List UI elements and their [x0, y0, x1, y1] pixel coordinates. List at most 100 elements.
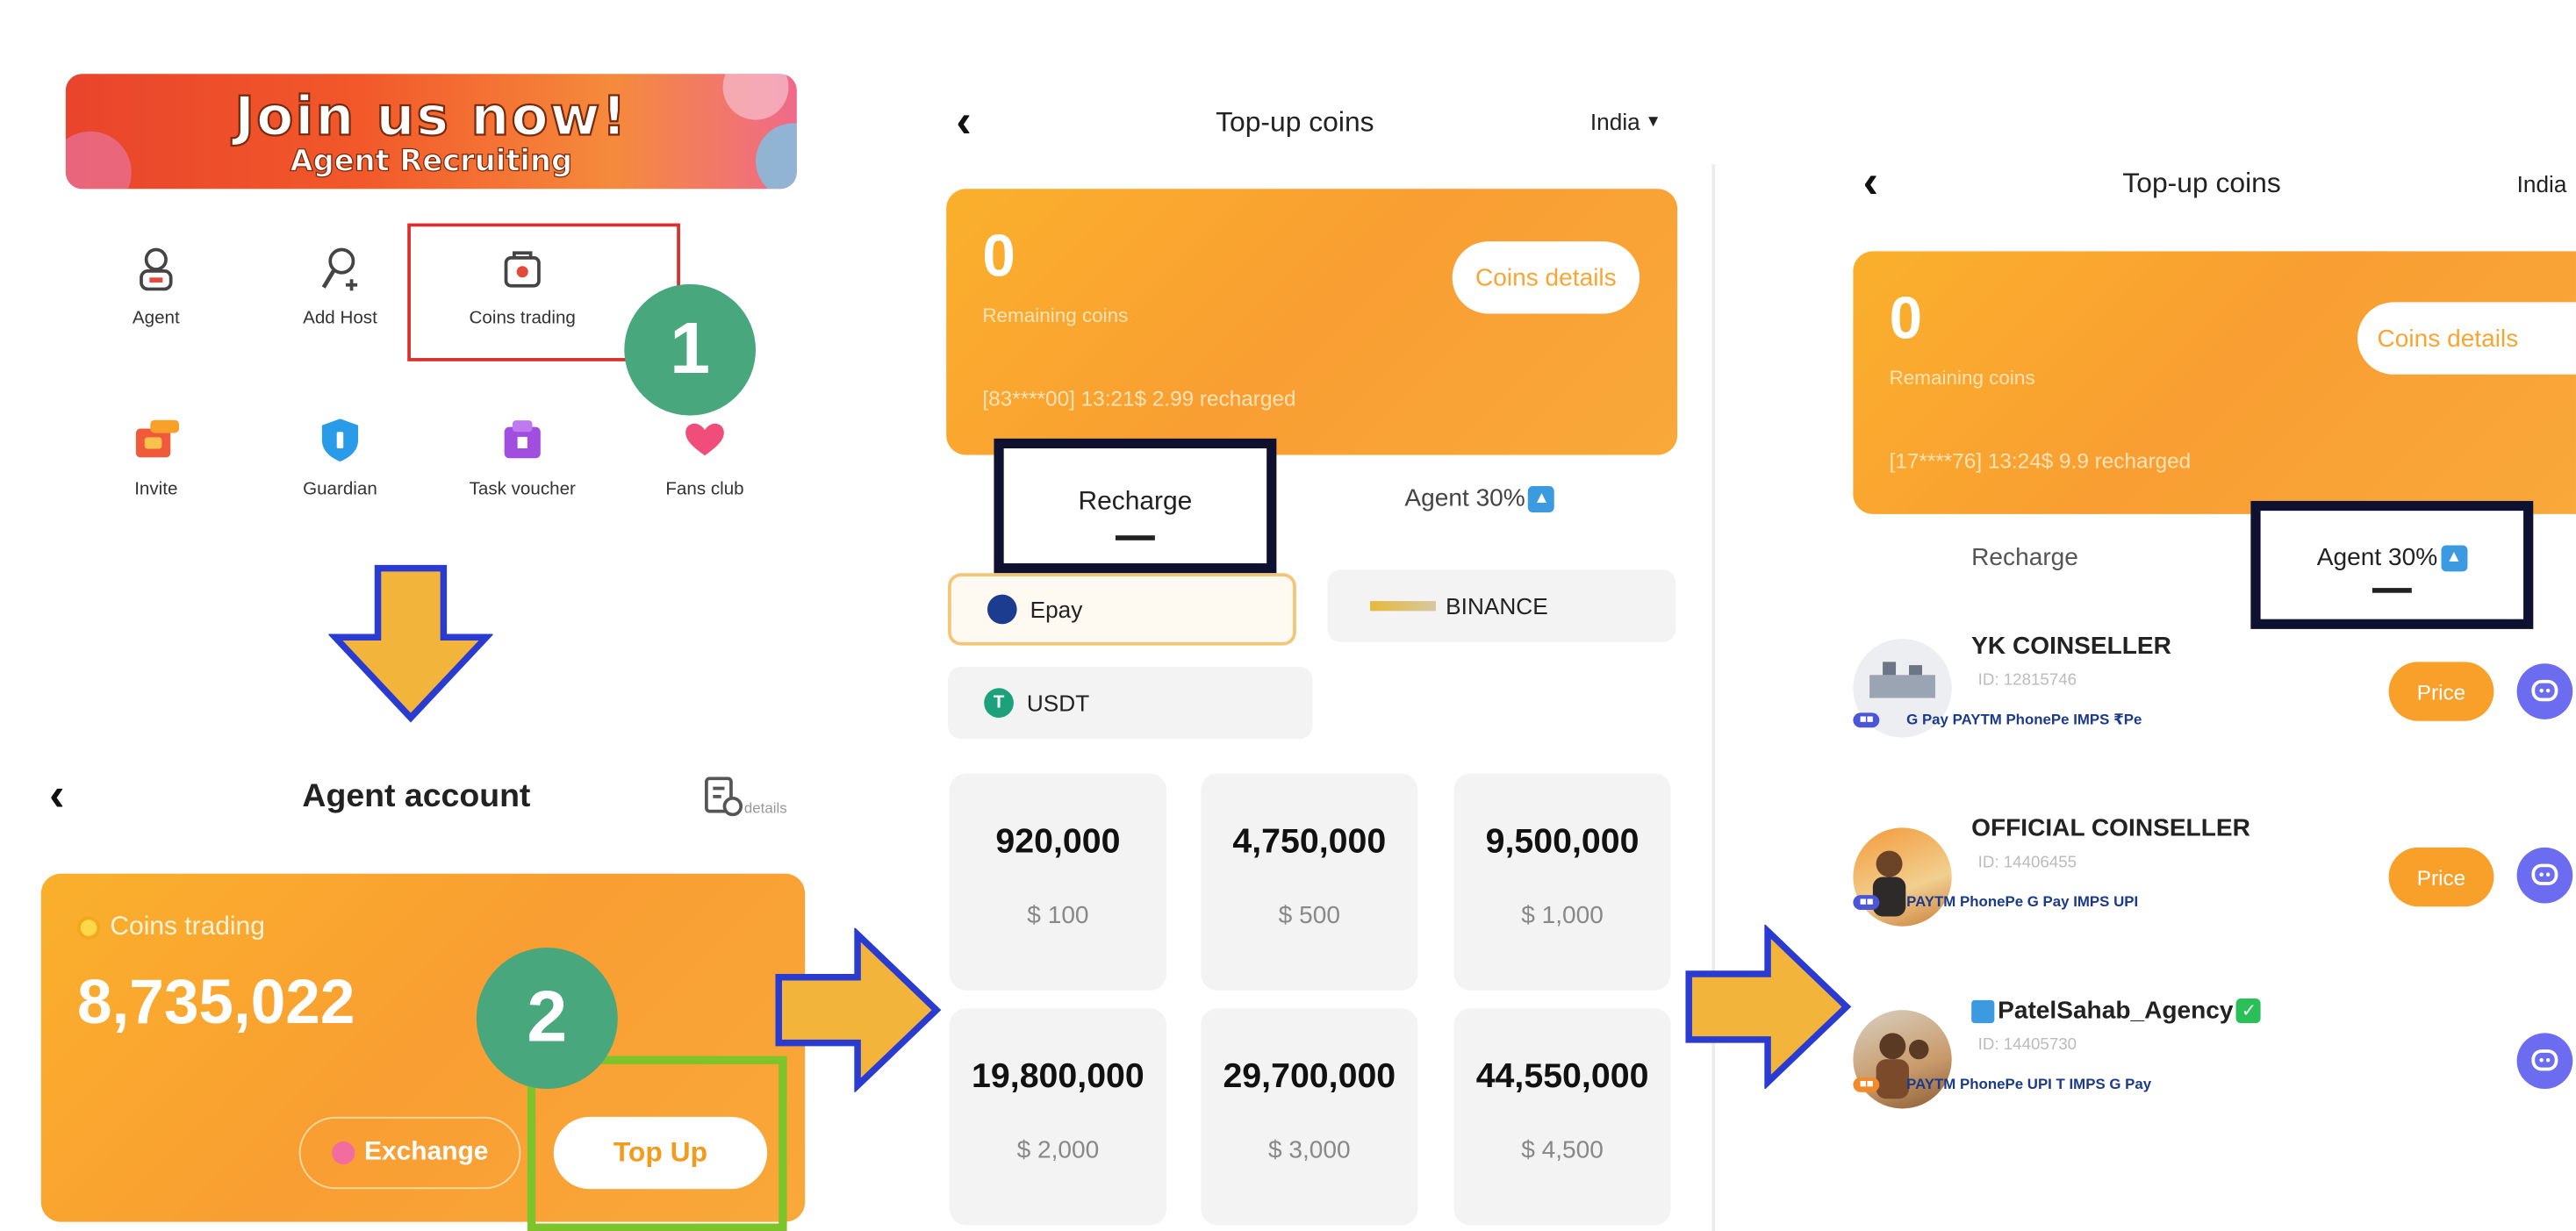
- grid-label: Fans club: [665, 479, 744, 500]
- back-icon[interactable]: ‹: [49, 771, 64, 818]
- tab-underline: [2371, 588, 2412, 593]
- grid-label: Invite: [134, 479, 178, 500]
- tab-agent[interactable]: Agent 30% ▲: [2250, 500, 2534, 629]
- coins-trading-label: Coins trading: [110, 913, 265, 941]
- grid-label: Guardian: [303, 479, 377, 500]
- guardian-icon: [317, 417, 362, 462]
- package-card[interactable]: 44,550,000 $ 4,500: [1453, 1008, 1671, 1226]
- grid-label: Add Host: [303, 308, 377, 329]
- package-price: $ 100: [1027, 901, 1089, 930]
- region-selector[interactable]: India ▼: [1590, 109, 1661, 135]
- grid-item-fans-club[interactable]: Fans club: [622, 417, 786, 499]
- step-1-badge: 1: [624, 283, 757, 416]
- package-coins: 19,800,000: [972, 1057, 1144, 1096]
- coins-details-button[interactable]: Coins details: [2357, 302, 2576, 375]
- coin-icon: [76, 916, 101, 940]
- remaining-coins-value: 0: [982, 221, 1015, 290]
- package-coins: 44,550,000: [1475, 1057, 1649, 1096]
- grid-item-add-host[interactable]: Add Host: [258, 247, 422, 329]
- banner-subtitle: Agent Recruiting: [290, 144, 573, 180]
- payment-logos: ■■ PAYTM PhonePe UPI T IMPS G Pay: [1853, 1076, 2151, 1092]
- coins-details-button[interactable]: Coins details: [1452, 241, 1640, 314]
- chat-icon[interactable]: [2516, 663, 2573, 719]
- recharge-note: [83****00] 13:21$ 2.99 recharged: [982, 385, 1296, 411]
- tab-agent-label: Agent 30%: [1404, 484, 1525, 513]
- tab-agent[interactable]: Agent 30% ▲: [1404, 484, 1555, 513]
- top-up-coins-title: Top-up coins: [1216, 106, 1374, 139]
- package-card[interactable]: 29,700,000 $ 3,000: [1201, 1008, 1418, 1226]
- pay-option-label: BINANCE: [1446, 592, 1548, 619]
- back-icon[interactable]: ‹: [1863, 159, 1878, 205]
- tab-agent-label: Agent 30%: [2316, 543, 2438, 572]
- agent-recruiting-banner[interactable]: Join us now! Agent Recruiting: [65, 74, 797, 190]
- top-up-coins-title: Top-up coins: [2122, 167, 2281, 199]
- exchange-icon: [331, 1141, 355, 1165]
- region-label: India: [1589, 108, 1640, 135]
- seller-row[interactable]: OFFICIAL COINSELLER ID: 14406455 ■■ PAYT…: [1853, 814, 2576, 972]
- details-icon: [705, 777, 743, 817]
- back-icon[interactable]: ‹: [956, 97, 971, 144]
- grid-item-invite[interactable]: Invite: [74, 417, 238, 499]
- grid-item-guardian[interactable]: Guardian: [258, 417, 422, 499]
- package-coins: 29,700,000: [1223, 1057, 1396, 1096]
- tab-underline: [1115, 535, 1155, 540]
- verified-icon: ✓: [2236, 998, 2262, 1024]
- remaining-coins-card: 0 Remaining coins [83****00] 13:21$ 2.99…: [946, 189, 1678, 455]
- coins-balance: 8,735,022: [76, 969, 355, 1038]
- tab-recharge[interactable]: Recharge: [994, 438, 1277, 574]
- remaining-coins-value: 0: [1889, 283, 1923, 352]
- pay-option-label: Epay: [1030, 596, 1083, 623]
- usdt-icon: T: [984, 688, 1014, 718]
- package-card[interactable]: 920,000 $ 100: [949, 773, 1166, 991]
- agent-account-title: Agent account: [302, 778, 531, 815]
- add-host-icon: [317, 247, 362, 292]
- region-label[interactable]: India: [2517, 171, 2567, 197]
- agency-badge-icon: [1971, 998, 1995, 1023]
- package-price: $ 500: [1278, 901, 1340, 930]
- exchange-button[interactable]: Exchange: [298, 1116, 521, 1190]
- seller-id: ID: 14405730: [1977, 1036, 2077, 1055]
- seller-id: ID: 14406455: [1977, 854, 2077, 872]
- avatar: [1853, 1010, 1952, 1109]
- price-button[interactable]: Price: [2388, 662, 2494, 721]
- package-price: $ 1,000: [1521, 901, 1604, 930]
- payment-logos-text: G Pay PAYTM PhonePe IMPS ₹Pe: [1906, 711, 2142, 728]
- coin-seller-badge: ■■: [1853, 894, 1881, 910]
- pay-option-binance[interactable]: BINANCE: [1327, 569, 1676, 642]
- pay-option-usdt[interactable]: T USDT: [948, 666, 1313, 740]
- payment-logos-text: PAYTM PhonePe G Pay IMPS UPI: [1906, 893, 2139, 910]
- chat-icon[interactable]: [2516, 1033, 2573, 1090]
- tab-recharge[interactable]: Recharge: [1971, 544, 2078, 572]
- tab-recharge-label: Recharge: [1078, 487, 1193, 516]
- avatar: [1853, 827, 1952, 927]
- step-2-badge: 2: [476, 948, 618, 1090]
- coin-seller-badge: ■■: [1853, 712, 1881, 728]
- package-card[interactable]: 19,800,000 $ 2,000: [949, 1008, 1166, 1226]
- coin-seller-badge: ■■: [1853, 1076, 1881, 1091]
- fans-club-icon: [682, 417, 728, 462]
- seller-name: YK COINSELLER: [1971, 632, 2171, 661]
- seller-name: PatelSahab_Agency: [1998, 997, 2234, 1026]
- package-coins: 4,750,000: [1232, 822, 1387, 861]
- pay-option-epay[interactable]: Epay: [948, 573, 1296, 646]
- chat-icon[interactable]: [2516, 847, 2573, 904]
- invite-icon: [133, 417, 180, 462]
- pay-option-label: USDT: [1026, 690, 1090, 717]
- down-arrow: [328, 564, 493, 723]
- package-price: $ 2,000: [1016, 1136, 1100, 1165]
- price-button[interactable]: Price: [2388, 847, 2494, 907]
- seller-name-wrap: PatelSahab_Agency ✓: [1971, 997, 2262, 1026]
- right-arrow: [1685, 924, 1852, 1090]
- epay-icon: [987, 594, 1017, 625]
- package-coins: 9,500,000: [1485, 822, 1640, 861]
- details-label: details: [743, 799, 787, 817]
- seller-row[interactable]: PatelSahab_Agency ✓ ID: 14405730 ■■ PAYT…: [1853, 997, 2576, 1155]
- seller-row[interactable]: YK COINSELLER ID: 12815746 ■■ G Pay PAYT…: [1853, 633, 2576, 791]
- grid-item-task-voucher[interactable]: Task voucher: [441, 417, 605, 499]
- right-arrow: [775, 927, 942, 1092]
- grid-item-agent[interactable]: Agent: [74, 247, 238, 328]
- package-card[interactable]: 9,500,000 $ 1,000: [1453, 773, 1671, 991]
- details-link[interactable]: details: [703, 777, 787, 817]
- package-card[interactable]: 4,750,000 $ 500: [1201, 773, 1418, 991]
- banner-title: Join us now!: [233, 82, 628, 148]
